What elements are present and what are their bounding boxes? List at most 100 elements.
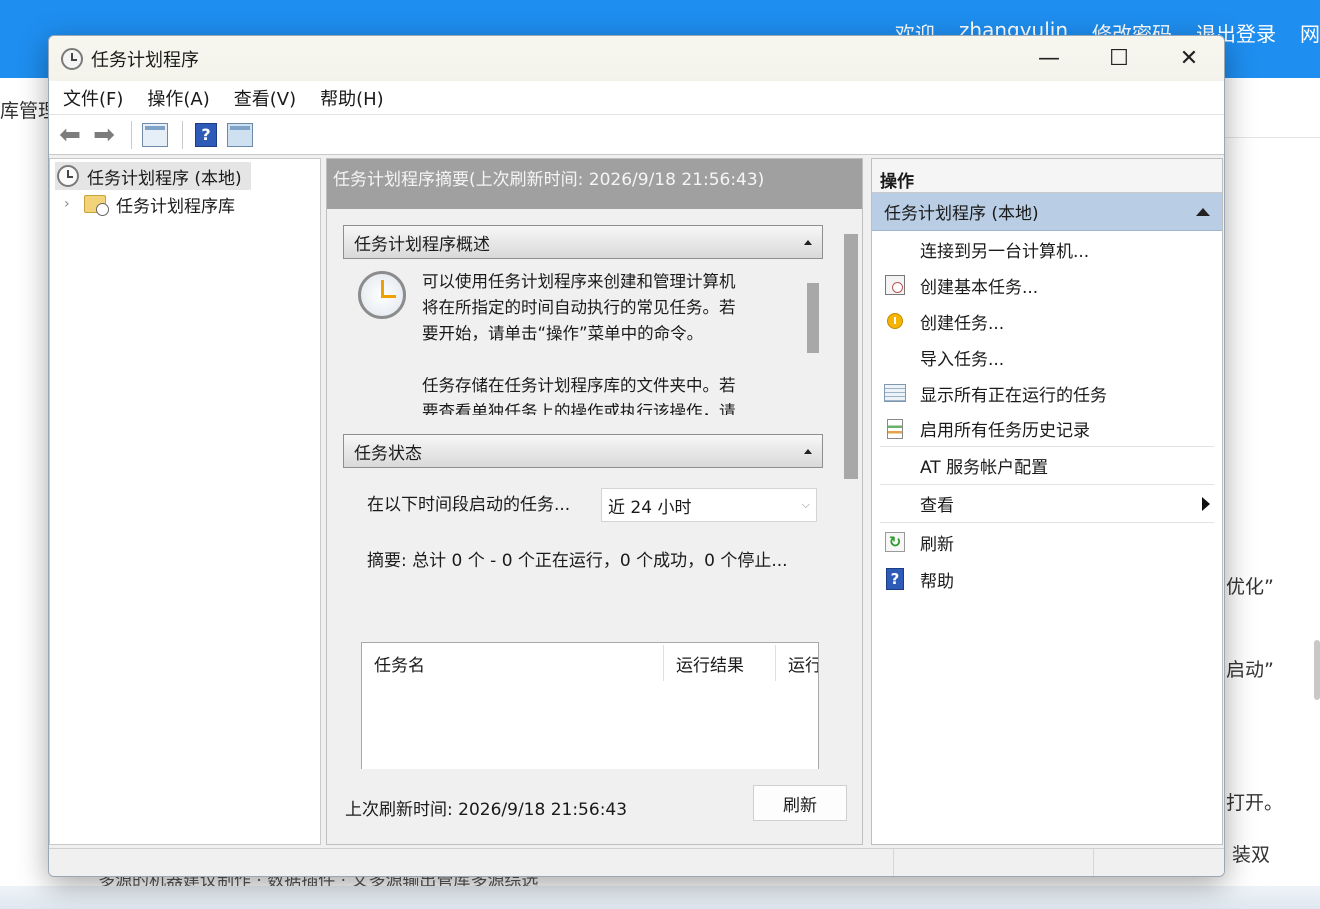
action-pane-icon [227, 122, 253, 147]
web-text-line: 打开。 [1226, 792, 1284, 814]
action-connect-computer[interactable]: 连接到另一台计算机... [880, 231, 1214, 267]
column-header-task-name[interactable]: 任务名 [362, 645, 664, 681]
clock-icon [358, 271, 406, 319]
web-subbar [1224, 78, 1320, 138]
action-create-task[interactable]: 创建任务... [880, 303, 1214, 339]
menu-view[interactable]: 查看(V) [234, 85, 296, 111]
create-task-icon [887, 313, 903, 329]
overview-line: 要查看单独任务上的操作或执行该操作，请 [422, 402, 736, 415]
web-link-more[interactable]: 网 [1300, 18, 1320, 47]
menu-bar: 文件(F) 操作(A) 查看(V) 帮助(H) [49, 81, 1224, 115]
window-title: 任务计划程序 [91, 49, 199, 71]
action-label: AT 服务帐户配置 [920, 458, 1049, 478]
window-controls: — ☐ ✕ [1014, 36, 1224, 81]
status-section: 任务状态 在以下时间段启动的任务... 近 24 小时 ⌵ 摘要: 总计 0 个… [343, 434, 823, 769]
overview-section: 任务计划程序概述 可以使用任务计划程序来创建和管理计算机 将在所指定的时间自动执… [343, 225, 823, 415]
running-tasks-icon [884, 384, 906, 402]
clock-icon [57, 165, 79, 187]
show-hide-action-pane-button[interactable] [225, 120, 255, 150]
section-title: 任务状态 [354, 443, 422, 464]
status-body: 在以下时间段启动的任务... 近 24 小时 ⌵ 摘要: 总计 0 个 - 0 … [343, 468, 823, 769]
action-at-service-account[interactable]: AT 服务帐户配置 [880, 447, 1214, 485]
period-select-value: 近 24 小时 [608, 497, 692, 518]
toolbar: ⬅ ➡ ? [49, 115, 1224, 155]
action-enable-history[interactable]: 启用所有任务历史记录 [880, 411, 1214, 447]
action-import-task[interactable]: 导入任务... [880, 339, 1214, 375]
forward-button[interactable]: ➡ [89, 120, 119, 150]
status-bar [49, 848, 1224, 876]
action-show-running-tasks[interactable]: 显示所有正在运行的任务 [880, 375, 1214, 411]
table-header: 任务名 运行结果 运行 [362, 643, 818, 683]
action-refresh[interactable]: ↻ 刷新 [880, 523, 1214, 561]
status-bar-cell [1094, 849, 1224, 876]
actions-pane: 操作 任务计划程序 (本地) 连接到另一台计算机... 创建基本任务... 创建… [871, 158, 1223, 845]
refresh-button[interactable]: 刷新 [753, 785, 847, 821]
collapse-icon[interactable] [804, 239, 812, 245]
summary-footer: 上次刷新时间: 2026/9/18 21:56:43 刷新 [327, 769, 862, 844]
action-label: 帮助 [920, 571, 954, 592]
actions-group-header[interactable]: 任务计划程序 (本地) [872, 193, 1222, 231]
chevron-down-icon: ⌵ [801, 498, 810, 511]
help-icon: ? [886, 568, 904, 590]
chevron-right-icon[interactable]: › [64, 196, 84, 212]
column-header-run[interactable]: 运行 [776, 645, 818, 681]
tree-item-label: 任务计划程序 (本地) [87, 168, 242, 189]
arrow-right-icon: ➡ [93, 119, 115, 150]
web-text-line: 启动” [1226, 659, 1274, 681]
actions-title: 操作 [872, 159, 1222, 193]
overview-section-header[interactable]: 任务计划程序概述 [343, 225, 823, 259]
submenu-arrow-icon [1202, 496, 1210, 511]
action-label: 启用所有任务历史记录 [920, 421, 1090, 441]
summary-scrollbar[interactable] [844, 234, 858, 479]
taskbar [0, 886, 1320, 909]
arrow-left-icon: ⬅ [59, 119, 81, 150]
action-label: 显示所有正在运行的任务 [920, 385, 1107, 406]
overview-line: 要开始，请单击“操作”菜单中的命令。 [422, 324, 704, 343]
menu-file[interactable]: 文件(F) [63, 85, 123, 111]
period-label: 在以下时间段启动的任务... [367, 495, 571, 515]
status-section-header[interactable]: 任务状态 [343, 434, 823, 468]
actions-group-label: 任务计划程序 (本地) [884, 204, 1039, 224]
basic-task-icon [885, 275, 905, 295]
period-select[interactable]: 近 24 小时 ⌵ [601, 488, 817, 522]
help-icon: ? [195, 122, 217, 147]
collapse-icon[interactable] [1196, 207, 1210, 216]
tree-item-label: 任务计划程序库 [116, 196, 235, 217]
overview-line [422, 347, 772, 373]
minimize-button[interactable]: — [1014, 36, 1084, 81]
action-help[interactable]: ? 帮助 [880, 561, 1214, 597]
tree-item-local[interactable]: 任务计划程序 (本地) [55, 162, 251, 190]
status-summary: 摘要: 总计 0 个 - 0 个正在运行，0 个成功，0 个停止... [367, 551, 788, 571]
console-tree-icon [142, 122, 168, 147]
action-view[interactable]: 查看 [880, 485, 1214, 523]
show-hide-tree-button[interactable] [140, 120, 170, 150]
clock-icon [61, 47, 83, 70]
collapse-icon[interactable] [804, 448, 812, 454]
refresh-icon: ↻ [885, 532, 905, 552]
last-refresh-time: 上次刷新时间: 2026/9/18 21:56:43 [345, 800, 628, 820]
toolbar-separator [131, 120, 132, 149]
toolbar-separator [182, 120, 183, 149]
menu-action[interactable]: 操作(A) [147, 85, 209, 111]
overview-scrollbar[interactable] [807, 283, 819, 353]
help-toolbar-button[interactable]: ? [191, 120, 221, 150]
history-icon [887, 418, 903, 439]
folder-clock-icon [84, 195, 109, 216]
close-button[interactable]: ✕ [1154, 36, 1224, 81]
section-title: 任务计划程序概述 [354, 234, 490, 255]
task-status-table: 任务名 运行结果 运行 [361, 642, 819, 769]
action-label: 连接到另一台计算机... [920, 241, 1090, 262]
tree-item-library[interactable]: › 任务计划程序库 [50, 190, 320, 218]
title-bar[interactable]: 任务计划程序 — ☐ ✕ [49, 36, 1224, 81]
maximize-button[interactable]: ☐ [1084, 36, 1154, 81]
action-label: 刷新 [920, 534, 954, 555]
status-bar-cell [894, 849, 1094, 876]
action-create-basic-task[interactable]: 创建基本任务... [880, 267, 1214, 303]
action-label: 创建基本任务... [920, 277, 1039, 298]
back-button[interactable]: ⬅ [55, 120, 85, 150]
web-scrollbar[interactable] [1314, 640, 1320, 700]
web-text-line: 优化” [1226, 576, 1274, 598]
overview-body: 可以使用任务计划程序来创建和管理计算机 将在所指定的时间自动执行的常见任务。若 … [343, 259, 823, 415]
menu-help[interactable]: 帮助(H) [320, 85, 384, 111]
column-header-run-result[interactable]: 运行结果 [664, 645, 776, 681]
